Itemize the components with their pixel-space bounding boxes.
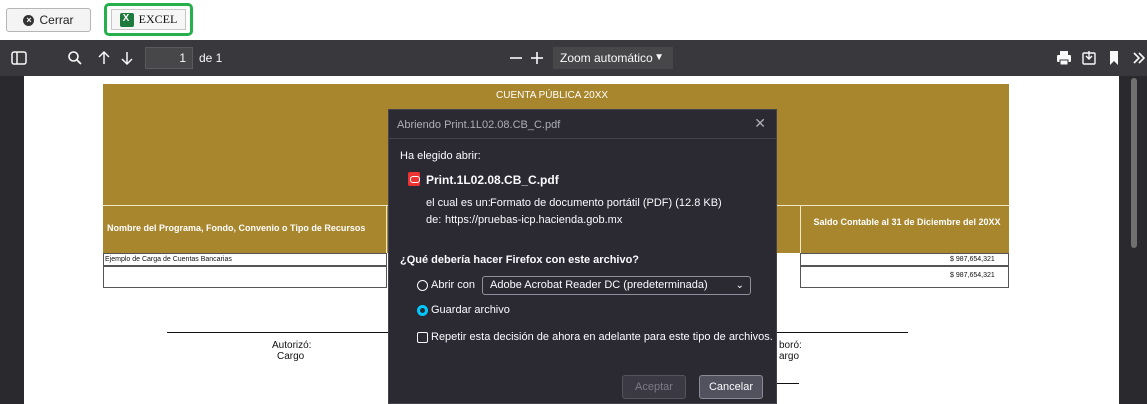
zoom-value: Zoom automático	[560, 51, 653, 65]
file-name: Print.1L02.08.CB_C.pdf	[426, 173, 559, 187]
save-file-radio[interactable]	[417, 305, 428, 316]
pdf-file-icon	[408, 172, 420, 186]
open-with-app-select[interactable]: Adobe Acrobat Reader DC (predeterminada)…	[482, 276, 751, 295]
remember-choice-checkbox[interactable]	[417, 332, 428, 343]
signature-line-right-lower	[777, 383, 799, 384]
column-header-program: Nombre del Programa, Fondo, Convenio o T…	[107, 223, 366, 233]
scrollbar-thumb[interactable]	[1131, 78, 1137, 248]
report-title: CUENTA PÚBLICA 20XX	[496, 90, 609, 101]
row-saldo-value: $ 987,654,321	[950, 256, 995, 263]
open-file-dialog: Abriendo Print.1L02.08.CB_C.pdf ✕ Ha ele…	[388, 109, 777, 404]
sign-left-role: Cargo	[277, 351, 305, 362]
excel-button[interactable]: EXCEL	[111, 9, 186, 30]
excel-label: EXCEL	[138, 12, 178, 26]
bookmark-icon[interactable]	[1105, 49, 1123, 67]
sign-right-role: argo	[779, 351, 800, 362]
zoom-select[interactable]: Zoom automático ▼	[553, 47, 673, 69]
action-question: ¿Qué debería hacer Firefox con este arch…	[400, 254, 640, 266]
dialog-divider	[389, 138, 776, 139]
open-with-radio[interactable]	[417, 280, 428, 291]
save-download-icon[interactable]	[1080, 49, 1098, 67]
chevron-down-icon: ▼	[654, 52, 664, 63]
file-source-url: https://pruebas-icp.hacienda.gob.mx	[445, 214, 623, 226]
table-cell	[103, 266, 387, 288]
close-icon[interactable]: ✕	[754, 115, 766, 132]
signature-line-left	[167, 332, 388, 333]
zoom-in-icon[interactable]	[528, 49, 546, 67]
file-source-prefix: de:	[426, 214, 442, 226]
cerrar-label: Cerrar	[39, 13, 74, 27]
accept-button[interactable]: Aceptar	[622, 375, 686, 399]
excel-icon	[119, 12, 134, 27]
print-icon[interactable]	[1055, 49, 1073, 67]
previous-page-icon[interactable]	[95, 49, 113, 67]
column-header-saldo: Saldo Contable al 31 de Diciembre del 20…	[813, 217, 1001, 227]
page-number-input[interactable]: 1	[145, 47, 193, 69]
open-with-app-value: Adobe Acrobat Reader DC (predeterminada)	[490, 279, 708, 291]
excel-highlight: EXCEL	[104, 3, 193, 36]
tools-overflow-icon[interactable]	[1130, 49, 1147, 67]
sidebar-toggle-icon[interactable]	[10, 49, 28, 67]
search-icon[interactable]	[66, 49, 84, 67]
zoom-out-icon[interactable]	[507, 49, 525, 67]
file-type-value: Formato de documento portátil (PDF) (12.…	[490, 197, 722, 209]
action-bar: × Cerrar EXCEL	[0, 0, 1147, 40]
sign-left-label: Autorizó:	[272, 340, 312, 351]
header-col-divider	[800, 205, 801, 253]
signature-line-right	[777, 332, 908, 333]
chosen-label: Ha elegido abrir:	[400, 150, 481, 162]
open-with-label: Abrir con	[431, 279, 476, 291]
pdf-toolbar: 1 de 1 Zoom automático ▼	[0, 40, 1147, 76]
page-total: de 1	[199, 51, 223, 65]
cerrar-button[interactable]: × Cerrar	[6, 8, 91, 32]
row-program-name: Ejemplo de Carga de Cuentas Bancarias	[105, 256, 232, 263]
row-saldo-total: $ 987,654,321	[950, 272, 995, 279]
sign-right-label: boró:	[779, 340, 802, 351]
file-type-prefix: el cual es un:	[426, 197, 491, 209]
dialog-title: Abriendo Print.1L02.08.CB_C.pdf	[397, 119, 561, 131]
cancel-button[interactable]: Cancelar	[699, 375, 763, 399]
remember-choice-label: Repetir esta decisión de ahora en adelan…	[431, 331, 773, 343]
save-file-label: Guardar archivo	[431, 304, 510, 316]
chevron-down-icon: ⌄	[735, 280, 744, 291]
next-page-icon[interactable]	[118, 49, 136, 67]
close-icon: ×	[23, 14, 35, 26]
